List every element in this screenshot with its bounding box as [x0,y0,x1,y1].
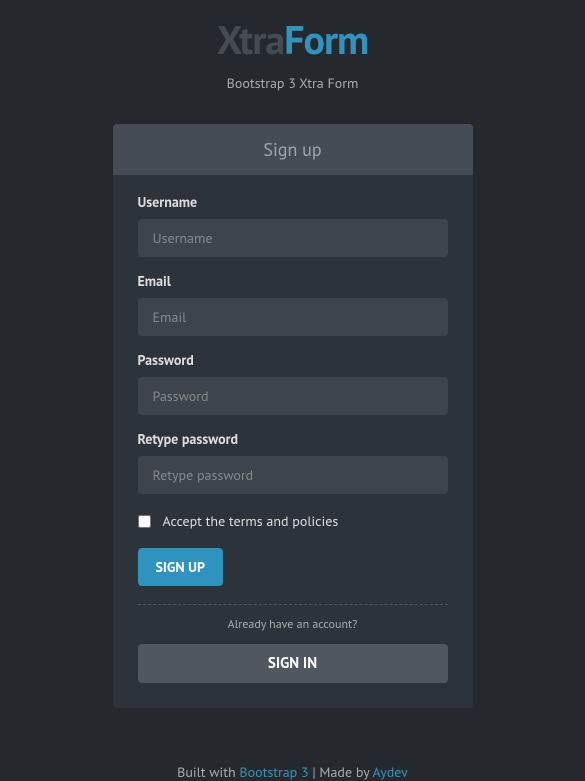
card-body: Username Email Password Retype password … [113,175,473,708]
terms-checkbox[interactable] [138,515,151,528]
logo: XtraForm [0,0,585,66]
password-group: Password [138,351,448,415]
footer-separator: | Made by [309,763,373,781]
email-label: Email [138,272,448,290]
signup-card: Sign up Username Email Password Retype p… [113,124,473,708]
retype-input[interactable] [138,456,448,494]
signin-button[interactable]: Sign in [138,644,448,683]
signup-button[interactable]: Sign up [138,548,223,586]
username-group: Username [138,193,448,257]
terms-row: Accept the terms and policies [138,512,448,530]
aydev-link[interactable]: Aydev [373,763,408,781]
footer-built-with: Built with [177,763,239,781]
email-group: Email [138,272,448,336]
bootstrap-link[interactable]: Bootstrap 3 [239,763,308,781]
tagline: Bootstrap 3 Xtra Form [0,74,585,92]
terms-label: Accept the terms and policies [163,512,339,530]
email-input[interactable] [138,298,448,336]
username-label: Username [138,193,448,211]
logo-part1: Xtra [217,14,284,66]
already-have-account-text: Already have an account? [138,617,448,632]
password-input[interactable] [138,377,448,415]
divider [138,604,448,605]
logo-part2: Form [284,14,368,66]
retype-group: Retype password [138,430,448,494]
retype-label: Retype password [138,430,448,448]
password-label: Password [138,351,448,369]
username-input[interactable] [138,219,448,257]
card-header: Sign up [113,124,473,175]
footer: Built with Bootstrap 3 | Made by Aydev [0,763,585,781]
